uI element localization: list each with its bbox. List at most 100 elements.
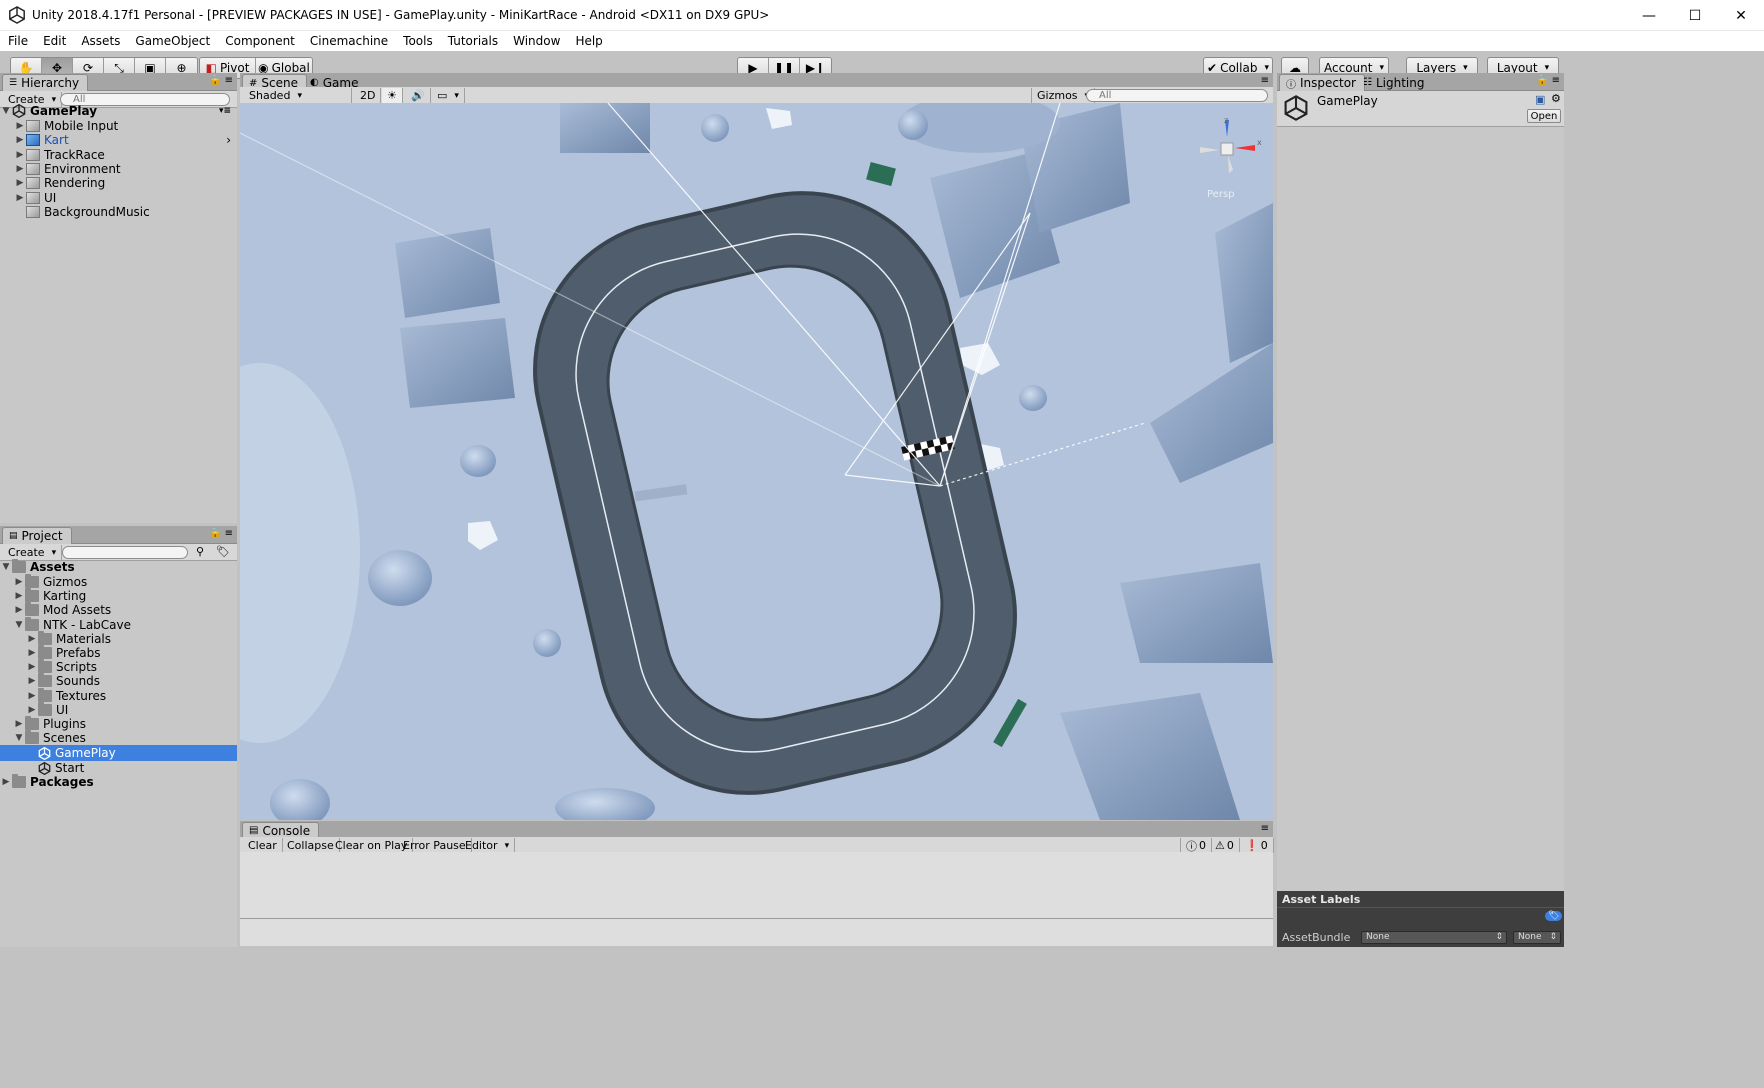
console-collapse-label: Collapse [287, 839, 334, 852]
console-divider[interactable] [240, 918, 1273, 919]
filter-type-icon[interactable]: ⚲ [196, 545, 204, 558]
asset-bundle-dropdown[interactable]: None ⇕ [1361, 931, 1507, 944]
scene-file-gameplay[interactable]: GamePlay [0, 745, 237, 761]
expand-arrow-icon[interactable]: ▶ [26, 676, 38, 686]
project-folder-label: UI [56, 702, 69, 717]
effects-dropdown-icon[interactable]: ▭ [432, 88, 465, 103]
expand-arrow-icon[interactable]: ▶ [26, 648, 38, 658]
gear-icon[interactable]: ⚙ [1551, 92, 1561, 105]
scene-search-placeholder: All [1099, 90, 1112, 101]
menu-window[interactable]: Window [513, 34, 560, 48]
chevron-right-icon[interactable]: › [226, 133, 231, 147]
tab-inspector[interactable]: ⓘ Inspector [1279, 74, 1365, 91]
minimize-button[interactable]: — [1626, 0, 1672, 31]
expand-arrow-icon[interactable]: ▶ [13, 591, 25, 601]
expand-arrow-icon[interactable]: ▶ [13, 719, 25, 729]
unity-scene-icon [1284, 95, 1308, 121]
open-button-label: Open [1530, 110, 1558, 122]
project-search-input[interactable] [62, 546, 188, 559]
tab-project[interactable]: ▤ Project [2, 527, 72, 544]
scene-search-input[interactable]: All [1086, 89, 1268, 102]
expand-arrow-icon[interactable]: ▶ [26, 634, 38, 644]
project-folder-label: Materials [56, 631, 112, 646]
expand-arrow-icon[interactable]: ▶ [26, 691, 38, 701]
expand-arrow-icon[interactable]: ▶ [13, 577, 25, 587]
warning-icon: ⚠ [1215, 839, 1225, 852]
menu-edit[interactable]: Edit [43, 34, 66, 48]
lighting-icon: ☷ [1363, 77, 1372, 88]
console-clear-button[interactable]: Clear [243, 838, 283, 853]
chevron-down-icon: ⇕ [1495, 932, 1503, 942]
scene-file-label: Start [55, 761, 85, 775]
menu-file[interactable]: File [8, 34, 28, 48]
scene-root-row[interactable]: ▼ GamePlay ▾≡ [0, 103, 237, 119]
project-folder-label: Gizmos [43, 575, 88, 589]
asset-variant-dropdown[interactable]: None ⇕ [1513, 931, 1561, 944]
expand-arrow-icon[interactable]: ▶ [14, 178, 26, 188]
label-tag-icon[interactable]: 🏷 [1545, 911, 1563, 921]
tab-console[interactable]: ▤ Console [242, 822, 320, 838]
expand-arrow-icon[interactable]: ▶ [14, 121, 26, 131]
expand-arrow-icon[interactable]: ▶ [13, 605, 25, 615]
expand-arrow-icon[interactable]: ▶ [14, 135, 26, 145]
console-error-filter[interactable]: ❗ 0 [1240, 838, 1274, 853]
expand-arrow-icon[interactable]: ▶ [14, 193, 26, 203]
open-button[interactable]: Open [1527, 109, 1561, 123]
panel-menu-icon[interactable]: 🔒 ≡ [209, 75, 233, 86]
scene-menu-icon[interactable]: ▾≡ [219, 106, 231, 116]
console-tab-label: Console [262, 823, 311, 838]
menu-bar: File Edit Assets GameObject Component Ci… [0, 31, 1764, 51]
expand-arrow-icon[interactable]: ▶ [26, 662, 38, 672]
expand-arrow-icon[interactable]: ▼ [0, 106, 12, 116]
expand-arrow-icon[interactable]: ▼ [13, 620, 25, 630]
asset-bundle-value: None [1366, 932, 1390, 942]
assets-root-row[interactable]: ▼ Assets [0, 559, 237, 575]
lighting-toggle-icon[interactable]: ☀ [382, 88, 403, 103]
info-count: 0 [1199, 839, 1206, 852]
maximize-button[interactable]: ☐ [1672, 0, 1718, 31]
console-editor-label: Editor [465, 839, 498, 852]
menu-help[interactable]: Help [575, 34, 602, 48]
filter-label-icon[interactable]: 🏷 [216, 545, 230, 558]
console-log-area[interactable] [240, 852, 1273, 946]
menu-tools[interactable]: Tools [403, 34, 433, 48]
menu-cinemachine[interactable]: Cinemachine [310, 34, 388, 48]
panel-menu-icon[interactable]: ≡ [1261, 75, 1269, 86]
panel-menu-icon[interactable]: 🔒 ≡ [1536, 75, 1560, 86]
scene-view-header: #Scene ◐Game ≡ Shaded 2D ☀ 🔊 ▭ Gizmos Al… [240, 73, 1273, 104]
orientation-gizmo[interactable]: z x Persp [1195, 115, 1265, 200]
toggle-2d-button[interactable]: 2D [355, 88, 382, 103]
console-editor-dropdown[interactable]: Editor [460, 838, 516, 853]
shading-mode-dropdown[interactable]: Shaded [244, 88, 352, 103]
expand-arrow-icon[interactable]: ▼ [13, 733, 25, 743]
project-create-button[interactable]: Create [3, 545, 63, 560]
menu-tutorials[interactable]: Tutorials [448, 34, 498, 48]
expand-arrow-icon[interactable]: ▶ [26, 705, 38, 715]
tab-lighting[interactable]: ☷ Lighting [1357, 74, 1432, 91]
expand-arrow-icon[interactable]: ▼ [0, 562, 12, 572]
tab-hierarchy[interactable]: ☰ Hierarchy [2, 74, 89, 91]
inspector-object-name: GamePlay [1317, 94, 1378, 108]
scene-viewport[interactable]: z x Persp [240, 103, 1273, 820]
expand-arrow-icon[interactable]: ▶ [14, 164, 26, 174]
close-button[interactable]: ✕ [1718, 0, 1764, 31]
project-folder-item[interactable]: ▼ Scenes [0, 730, 237, 746]
error-count: 0 [1260, 839, 1268, 852]
audio-toggle-icon[interactable]: 🔊 [406, 88, 431, 103]
menu-component[interactable]: Component [225, 34, 295, 48]
packages-root-row[interactable]: ▶ Packages [0, 774, 237, 790]
info-icon: ⓘ [1286, 79, 1296, 91]
console-info-filter[interactable]: ⓘ 0 [1180, 838, 1212, 853]
panel-menu-icon[interactable]: 🔒 ≡ [209, 528, 233, 539]
hierarchy-item-label: BackgroundMusic [44, 204, 150, 219]
menu-gameobject[interactable]: GameObject [135, 34, 210, 48]
gameobject-icon [26, 162, 40, 175]
panel-menu-icon[interactable]: ≡ [1261, 823, 1269, 834]
menu-assets[interactable]: Assets [81, 34, 120, 48]
help-book-icon[interactable]: ▣ [1535, 93, 1545, 106]
project-folder-label: Prefabs [56, 646, 101, 660]
expand-arrow-icon[interactable]: ▶ [14, 150, 26, 160]
console-warning-filter[interactable]: ⚠ 0 [1210, 838, 1240, 853]
hierarchy-item[interactable]: BackgroundMusic [0, 204, 237, 220]
expand-arrow-icon[interactable]: ▶ [0, 777, 12, 787]
